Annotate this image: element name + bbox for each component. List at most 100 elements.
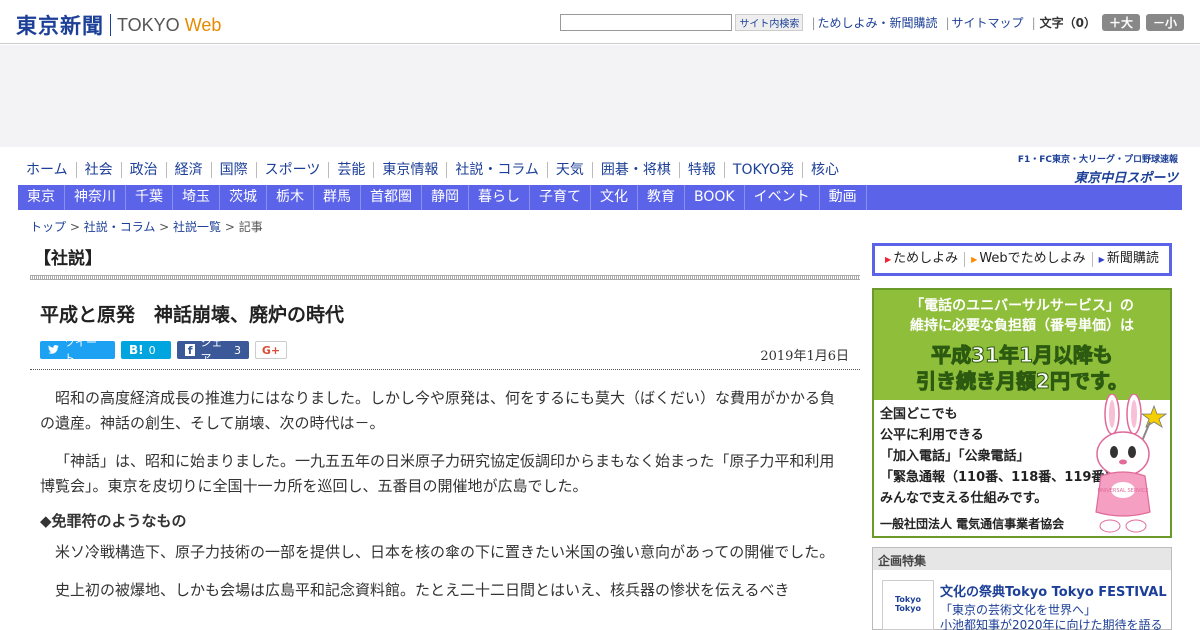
nav-item-saitama[interactable]: 埼玉: [173, 185, 220, 210]
logo-web-text: Web: [184, 14, 222, 35]
trial-subscribe-link[interactable]: ためしよみ・新聞購読: [817, 14, 937, 31]
nav-item-kakushin[interactable]: 核心: [801, 162, 847, 178]
breadcrumb: トップ > 社説・コラム > 社説一覧 > 記事: [30, 218, 263, 235]
nav-item-weather[interactable]: 天気: [546, 162, 592, 178]
subscribe-label: 新聞購読: [1106, 251, 1159, 266]
facebook-icon: f: [185, 344, 196, 357]
ad-heading-line: 維持に必要な負担額（番号単価）は: [910, 318, 1134, 334]
special-feature-description[interactable]: 「東京の芸術文化を世界へ」 小池都知事が2020年に向けた期待を語る: [940, 603, 1163, 630]
section-title: 【社説】: [34, 249, 102, 269]
facebook-share-button[interactable]: f シェア 3: [177, 336, 249, 365]
font-larger-button[interactable]: ＋大: [1101, 14, 1140, 31]
nav-item-editorial-column[interactable]: 社説・コラム: [446, 162, 547, 178]
nav-item-special-report[interactable]: 特報: [678, 162, 724, 178]
nav-item-shizuoka[interactable]: 静岡: [422, 185, 469, 210]
ad-headline: 平成31年1月以降も 引き続き月額2円です。: [880, 342, 1164, 394]
breadcrumb-top[interactable]: トップ: [30, 220, 66, 234]
breadcrumb-editorial-list[interactable]: 社説一覧: [173, 220, 221, 234]
special-feature-box: 企画特集 Tokyo Tokyo 文化の祭典Tokyo Tokyo FESTIV…: [872, 547, 1172, 630]
header-separator: |: [1031, 15, 1036, 30]
nav-item-tokyo-info[interactable]: 東京情報: [373, 162, 446, 178]
web-trial-label: Webでためしよみ: [979, 251, 1086, 266]
header-tools: サイト内検索 | ためしよみ・新聞購読 | サイトマップ | 文字（0） ＋大 …: [560, 14, 1184, 31]
chunichi-sports-link[interactable]: F1・FC東京・大リーグ・プロ野球速報 東京中日スポーツ: [1018, 152, 1178, 186]
nav-item-go-shogi[interactable]: 囲碁・将棋: [591, 162, 679, 178]
special-feature-line: 「東京の芸術文化を世界へ」: [940, 603, 1097, 617]
mascot-label: UNIVERSAL SERVICE: [1097, 488, 1148, 494]
nav-item-book[interactable]: BOOK: [685, 185, 745, 210]
special-feature-title[interactable]: 文化の祭典Tokyo Tokyo FESTIVAL: [940, 581, 1167, 600]
tweet-label: ツイート: [64, 336, 97, 365]
web-trial-link[interactable]: ▶ Webでためしよみ: [965, 252, 1093, 267]
site-logo[interactable]: 東京新聞 TOKYO Web: [16, 10, 221, 40]
article-title: 平成と原発 神話崩壊、廃炉の時代: [40, 304, 345, 326]
hatena-b-icon: B!: [129, 343, 144, 357]
nav-item-ibaraki[interactable]: 茨城: [220, 185, 267, 210]
article-divider: [30, 369, 860, 370]
site-header: 東京新聞 TOKYO Web サイト内検索 | ためしよみ・新聞購読 | サイト…: [0, 0, 1200, 44]
nav-item-living[interactable]: 暮らし: [469, 185, 530, 210]
subscribe-link[interactable]: ▶ 新聞購読: [1093, 252, 1165, 267]
nav-item-home[interactable]: ホーム: [18, 162, 76, 178]
tokyo-tokyo-festival-thumbnail[interactable]: Tokyo Tokyo: [882, 580, 934, 630]
font-smaller-button[interactable]: －小: [1145, 14, 1184, 31]
nav-item-tokyo[interactable]: 東京: [18, 185, 65, 210]
site-search-button[interactable]: サイト内検索: [735, 14, 804, 31]
ad-sponsor-name: 一般社団法人 電気通信事業者協会: [880, 517, 1065, 531]
nav-item-tokyo-hatsu[interactable]: TOKYO発: [723, 162, 802, 178]
font-size-label: 文字（0）: [1039, 16, 1096, 30]
social-share-bar: ツイート B! 0 f シェア 3 G+: [40, 336, 293, 365]
nav-item-sports[interactable]: スポーツ: [255, 162, 329, 178]
rabbit-mascot-icon: UNIVERSAL SERVICE: [1095, 394, 1168, 533]
sponsor-name: 東京中日スポーツ: [1074, 171, 1178, 186]
section-divider: [30, 275, 860, 280]
orange-arrow-icon: ▶: [971, 255, 978, 264]
article-paragraph: 史上初の被爆地、しかも会場は広島平和記念資料館。たとえ二十二日間とはいえ、核兵器…: [55, 581, 790, 599]
special-feature-heading: 企画特集: [873, 548, 1171, 570]
trial-reading-link[interactable]: ▶ ためしよみ: [879, 252, 966, 267]
hatena-bookmark-button[interactable]: B! 0: [121, 341, 171, 359]
nav-item-culture[interactable]: 文化: [591, 185, 638, 210]
sponsor-tagline: F1・FC東京・大リーグ・プロ野球速報: [1017, 155, 1178, 165]
nav-item-tochigi[interactable]: 栃木: [267, 185, 314, 210]
share-count: 3: [234, 343, 241, 357]
nav-item-politics[interactable]: 政治: [120, 162, 166, 178]
thumbnail-label: Tokyo Tokyo: [895, 595, 921, 613]
nav-item-entertainment[interactable]: 芸能: [328, 162, 373, 178]
breadcrumb-current: 記事: [238, 220, 263, 234]
twitter-bird-icon: [48, 344, 59, 357]
article-date: 2019年1月6日: [760, 349, 849, 364]
universal-service-ad[interactable]: 「電話のユニバーサルサービス」の 維持に必要な負担額（番号単価）は 平成31年1…: [872, 288, 1172, 538]
nav-item-society[interactable]: 社会: [75, 162, 121, 178]
ad-headline-line: 引き続き月額2円です。: [916, 369, 1129, 394]
nav-item-kanagawa[interactable]: 神奈川: [65, 185, 126, 210]
nav-item-education[interactable]: 教育: [638, 185, 685, 210]
article-body: 昭和の高度経済成長の推進力にはなりました。しかし今や原発は、何をするにも莫大（ば…: [40, 386, 845, 616]
sitemap-link[interactable]: サイトマップ: [952, 14, 1024, 31]
tweet-button[interactable]: ツイート: [40, 336, 115, 365]
nav-item-video[interactable]: 動画: [820, 185, 867, 210]
top-ad-area: [0, 45, 1200, 147]
ad-headline-line: 平成31年1月以降も: [931, 343, 1114, 368]
nav-item-economy[interactable]: 経済: [165, 162, 211, 178]
breadcrumb-editorial-column[interactable]: 社説・コラム: [84, 220, 156, 234]
nav-item-international[interactable]: 国際: [210, 162, 256, 178]
nav-item-chiba[interactable]: 千葉: [126, 185, 173, 210]
breadcrumb-separator: >: [66, 220, 84, 234]
header-separator: |: [945, 15, 950, 30]
article-paragraph: 昭和の高度経済成長の推進力にはなりました。しかし今や原発は、何をするにも莫大（ば…: [40, 389, 836, 432]
hatena-count: 0: [148, 343, 156, 357]
share-label: シェア: [200, 336, 223, 365]
breadcrumb-separator: >: [155, 220, 174, 234]
google-plus-icon: G+: [261, 343, 281, 357]
nav-item-shutoken[interactable]: 首都圏: [361, 185, 422, 210]
primary-nav: ホーム 社会 政治 経済 国際 スポーツ 芸能 東京情報 社説・コラム 天気 囲…: [18, 158, 847, 182]
nav-item-events[interactable]: イベント: [745, 185, 820, 210]
header-separator: |: [811, 15, 816, 30]
nav-item-parenting[interactable]: 子育て: [530, 185, 591, 210]
nav-item-gunma[interactable]: 群馬: [314, 185, 361, 210]
site-search-input[interactable]: [560, 14, 733, 31]
google-plus-button[interactable]: G+: [255, 341, 287, 359]
blue-arrow-icon: ▶: [1098, 255, 1105, 264]
ad-heading: 「電話のユニバーサルサービス」の 維持に必要な負担額（番号単価）は: [880, 296, 1164, 336]
